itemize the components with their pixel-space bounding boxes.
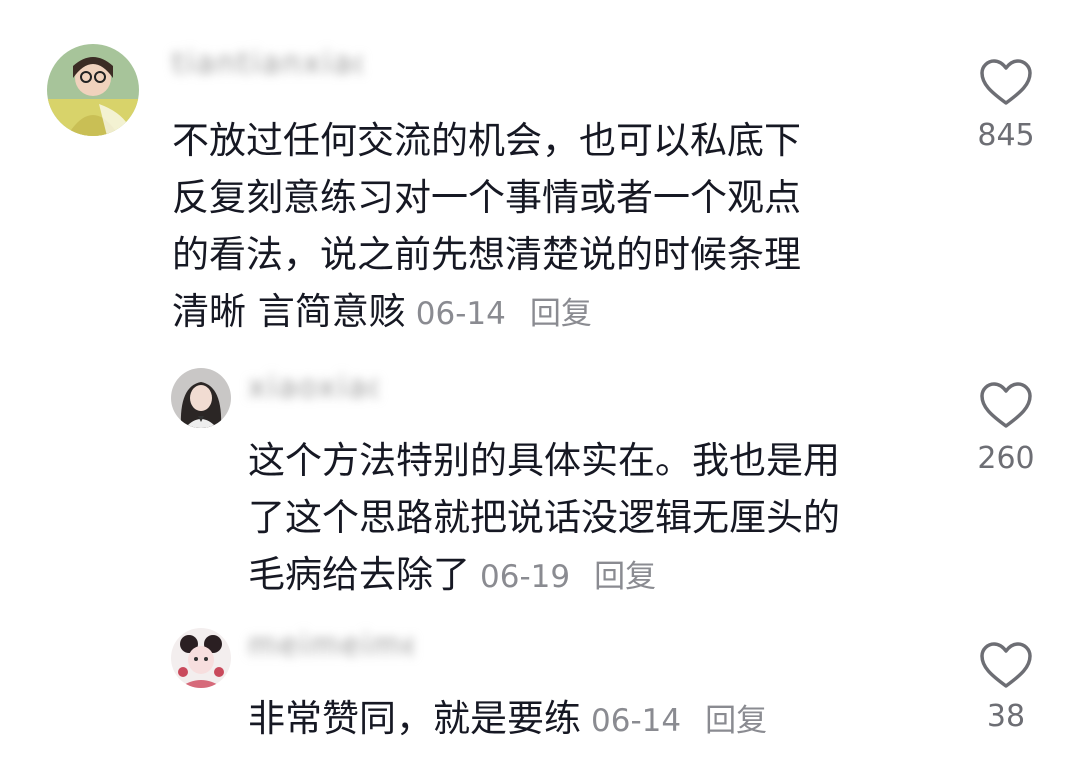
like-count: 260 bbox=[977, 441, 1035, 476]
comment-line: 反复刻意练习对一个事情或者一个观点 bbox=[172, 176, 801, 219]
like-button[interactable]: 845 bbox=[961, 58, 1051, 153]
comment-line: 清晰 言简意赅 bbox=[172, 290, 406, 333]
like-button[interactable]: 260 bbox=[961, 381, 1051, 476]
like-count: 38 bbox=[986, 699, 1026, 734]
comment-line: 不放过任何交流的机会，也可以私底下 bbox=[172, 119, 801, 162]
comment-line: 这个方法特别的具体实在。我也是用 bbox=[248, 439, 840, 482]
comment-item: tiantianxiao 不放过任何交流的机会，也可以私底下 反复刻意练习对一个… bbox=[0, 0, 1080, 340]
heart-outline-icon bbox=[980, 59, 1032, 105]
comment-line-last: 非常赞同，就是要练 06-14 回复 bbox=[248, 690, 767, 750]
comment-text: 不放过任何交流的机会，也可以私底下 反复刻意练习对一个事情或者一个观点 的看法，… bbox=[172, 112, 801, 343]
comment-text: 非常赞同，就是要练 06-14 回复 bbox=[248, 690, 767, 750]
reply-button[interactable]: 回复 bbox=[594, 559, 656, 595]
comment-date: 06-14 bbox=[591, 703, 682, 739]
reply-button[interactable]: 回复 bbox=[530, 296, 592, 332]
comment-line-last: 毛病给去除了 06-19 回复 bbox=[248, 546, 840, 606]
comment-line: 毛病给去除了 bbox=[248, 553, 470, 596]
avatar[interactable] bbox=[171, 368, 231, 428]
heart-outline-icon bbox=[980, 382, 1032, 428]
avatar[interactable] bbox=[171, 628, 231, 688]
avatar[interactable] bbox=[47, 44, 139, 136]
heart-outline-icon bbox=[980, 642, 1032, 688]
comment-line: 的看法，说之前先想清楚说的时候条理 bbox=[172, 233, 801, 276]
username[interactable]: tiantianxiao bbox=[172, 44, 362, 84]
like-count: 845 bbox=[977, 118, 1035, 153]
comment-line-last: 清晰 言简意赅 06-14 回复 bbox=[172, 283, 801, 343]
comment-text: 这个方法特别的具体实在。我也是用 了这个思路就把说话没逻辑无厘头的 毛病给去除了… bbox=[248, 432, 840, 606]
comment-date: 06-14 bbox=[415, 296, 506, 332]
reply-button[interactable]: 回复 bbox=[705, 703, 767, 739]
comment-line: 了这个思路就把说话没逻辑无厘头的 bbox=[248, 496, 840, 539]
comment-date: 06-19 bbox=[480, 559, 571, 595]
comment-line: 非常赞同，就是要练 bbox=[248, 697, 581, 740]
username[interactable]: meimeimei bbox=[248, 626, 413, 666]
username[interactable]: xiaoxiao bbox=[248, 368, 378, 408]
like-button[interactable]: 38 bbox=[961, 641, 1051, 734]
